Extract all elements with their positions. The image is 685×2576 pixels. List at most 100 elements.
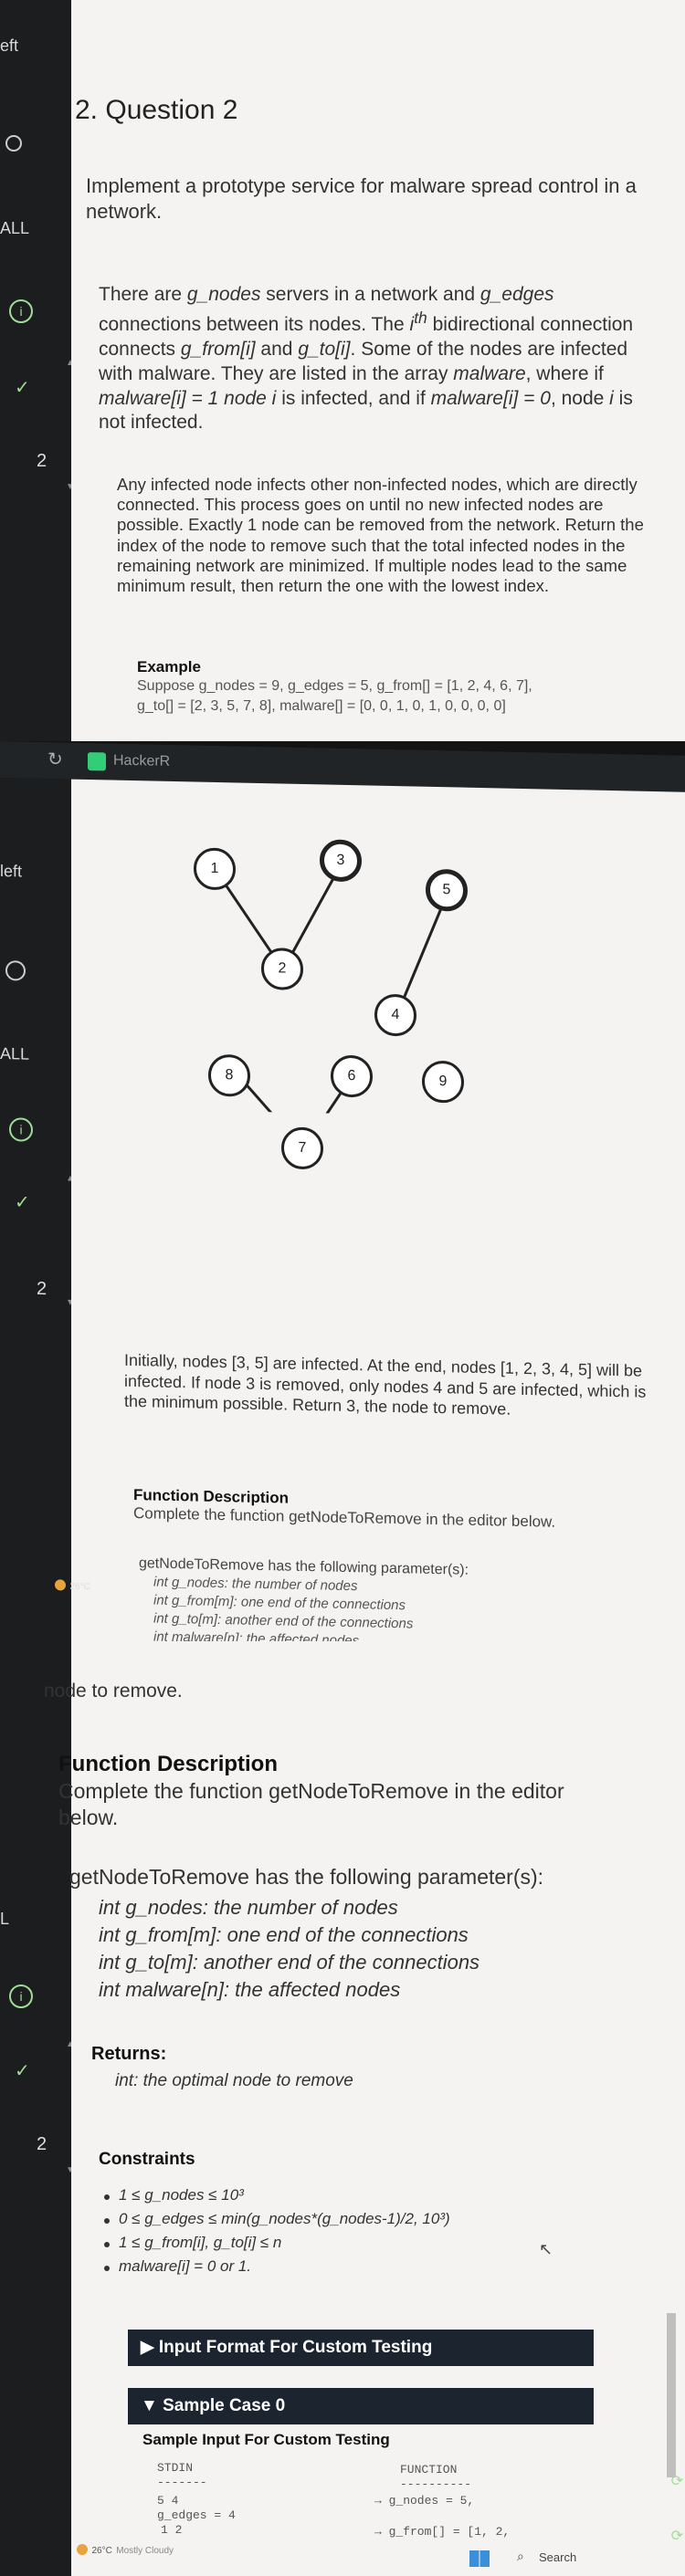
constraint-4: malware[i] = 0 or 1.: [119, 2257, 252, 2275]
problem-content: 1 2 3 4 5 6 7 8 9 Initially, nodes [3, 5…: [71, 779, 685, 1656]
check-icon: ✓: [15, 2061, 30, 2081]
check-icon: ✓: [15, 1192, 30, 1213]
graph-node-3-infected: 3: [320, 839, 362, 883]
sample-input-heading: Sample Input For Custom Testing: [142, 2431, 390, 2448]
graph-node-7: 7: [281, 1126, 323, 1170]
stdin-row-3: 1 2: [161, 2523, 183, 2537]
check-icon: ✓: [15, 378, 30, 398]
function-rule: ----------: [400, 2477, 472, 2491]
weather-temp: 26°C: [69, 1581, 90, 1593]
var-malware-1: malware[i] = 1 node i: [99, 387, 277, 409]
var-g-to: g_to[i]: [298, 338, 351, 360]
constraint-1: 1 ≤ g_nodes ≤ 10³: [119, 2186, 244, 2204]
side-nav: left ALL i ▲ ✓ 2 ▼: [0, 778, 75, 1643]
taskbar-search[interactable]: Search: [539, 2550, 576, 2564]
screenshot-section-1: eft ALL i ✓ ▲ 2 ▼ 2. Question 2 Implemen…: [0, 0, 685, 741]
nav-dot-icon[interactable]: [5, 960, 26, 981]
graph-node-2: 2: [261, 947, 303, 990]
previous-text-fragment: node to remove.: [44, 1681, 183, 1702]
intro-text: Implement a prototype service for malwar…: [86, 174, 637, 224]
info-icon[interactable]: i: [9, 1117, 33, 1142]
screenshot-section-2: ↻ HackerR left ALL i ▲ ✓ 2 ▼ 1 2 3 4 5 6…: [0, 741, 685, 1656]
graph-node-8: 8: [208, 1053, 250, 1097]
refresh-side-icon[interactable]: ⟳: [671, 2472, 683, 2490]
info-icon[interactable]: i: [9, 299, 33, 323]
info-icon[interactable]: i: [9, 1984, 33, 2008]
function-description-heading: Function Description: [58, 1752, 278, 1776]
example-explanation: Initially, nodes [3, 5] are infected. At…: [124, 1350, 647, 1419]
graph-node-1: 1: [194, 847, 236, 891]
var-malware-0: malware[i] = 0: [430, 387, 551, 409]
screenshot-section-3: L i ▲ ✓ 2 ▼ node to remove. Function Des…: [0, 1641, 685, 2576]
param-g-from: int g_from[m]: one end of the connection…: [99, 1923, 469, 1946]
mouse-cursor-icon: ↖: [539, 2240, 553, 2258]
constraint-2: 0 ≤ g_edges ≤ min(g_nodes*(g_nodes-1)/2,…: [119, 2210, 450, 2227]
refresh-side-icon[interactable]: ⟳: [671, 2527, 683, 2545]
graph-node-5-infected: 5: [426, 868, 468, 912]
sample-case-toggle[interactable]: ▼ Sample Case 0: [128, 2388, 594, 2424]
side-nav: eft ALL i ✓ ▲ 2 ▼: [0, 0, 75, 741]
weather-widget[interactable]: 26°C Mostly Cloudy: [77, 2541, 174, 2558]
function-label: FUNCTION: [400, 2463, 458, 2477]
stdin-rule: -------: [157, 2476, 207, 2489]
param-malware: int malware[n]: the affected nodes: [99, 1978, 401, 2001]
graph-node-9: 9: [422, 1060, 464, 1104]
parameters-heading: getNodeToRemove has the following parame…: [69, 1865, 544, 1889]
constraints-heading: Constraints: [99, 2150, 195, 2169]
param-g-to: int g_to[m]: another end of the connecti…: [99, 1951, 480, 1974]
reload-icon[interactable]: ↻: [47, 748, 63, 770]
question-title: 2. Question 2: [75, 95, 238, 125]
weather-icon: [55, 1579, 66, 1591]
browser-tab-title[interactable]: HackerR: [113, 753, 170, 770]
problem-paragraph-1: There are g_nodes servers in a network a…: [99, 283, 658, 435]
side-nav-label: eft: [0, 37, 19, 55]
question-number[interactable]: 2: [37, 451, 47, 472]
function-description-text: Complete the function getNodeToRemove in…: [133, 1504, 556, 1531]
var-g-edges: g_edges: [480, 284, 554, 305]
param-g-nodes: int g_nodes: the number of nodes: [99, 1896, 398, 1919]
stdin-label: STDIN: [157, 2461, 194, 2475]
weather-widget[interactable]: 26°C: [55, 1576, 90, 1594]
example-line-2: g_to[] = [2, 3, 5, 7, 8], malware[] = [0…: [137, 698, 506, 714]
example-heading: Example: [137, 658, 201, 675]
graph-node-4: 4: [374, 993, 416, 1037]
search-icon[interactable]: ⌕: [517, 2549, 524, 2564]
nav-dot-icon[interactable]: [5, 135, 22, 152]
var-g-nodes: g_nodes: [186, 284, 261, 305]
scrollbar[interactable]: [667, 2313, 676, 2477]
bullet: [104, 2194, 110, 2200]
text: servers in a network and: [260, 284, 480, 305]
question-number[interactable]: 2: [37, 2134, 47, 2155]
returns-text: int: the optimal node to remove: [115, 2071, 353, 2090]
filter-all[interactable]: ALL: [0, 219, 29, 238]
example-graph: [214, 863, 449, 1121]
problem-paragraph-2: Any infected node infects other non-infe…: [117, 475, 644, 595]
question-number[interactable]: 2: [37, 1279, 47, 1300]
hackerrank-logo-icon: [88, 752, 106, 771]
weather-icon: [77, 2543, 88, 2555]
example-line-1: Suppose g_nodes = 9, g_edges = 5, g_from…: [137, 678, 532, 694]
stdin-row-1: 5 4: [157, 2494, 179, 2508]
constraint-3: 1 ≤ g_from[i], g_to[i] ≤ n: [119, 2234, 282, 2251]
var-g-from: g_from[i]: [180, 338, 256, 360]
weather-description: Mostly Cloudy: [116, 2546, 174, 2556]
stdin-row-2: g_edges = 4: [157, 2508, 236, 2522]
bullet: [104, 2218, 110, 2224]
graph-node-6: 6: [331, 1054, 373, 1098]
function-row-3: → g_from[] = [1, 2,: [374, 2525, 511, 2539]
function-description-text: Complete the function getNodeToRemove in…: [58, 1779, 564, 1830]
text: and: [255, 338, 299, 360]
text: , node: [550, 387, 610, 409]
returns-heading: Returns:: [91, 2044, 167, 2064]
filter-all[interactable]: ALL: [0, 1044, 29, 1064]
text: , where if: [525, 362, 604, 384]
function-row-1: → g_nodes = 5,: [374, 2494, 475, 2508]
side-nav-label: L: [0, 1910, 10, 1928]
windows-start-icon[interactable]: [469, 2550, 490, 2567]
text: There are: [99, 284, 187, 305]
problem-content: 2. Question 2 Implement a prototype serv…: [71, 0, 685, 741]
input-format-toggle[interactable]: ▶ Input Format For Custom Testing: [128, 2330, 594, 2366]
bullet: [104, 2266, 110, 2271]
text: is infected, and if: [276, 387, 431, 409]
bullet: [104, 2242, 110, 2247]
